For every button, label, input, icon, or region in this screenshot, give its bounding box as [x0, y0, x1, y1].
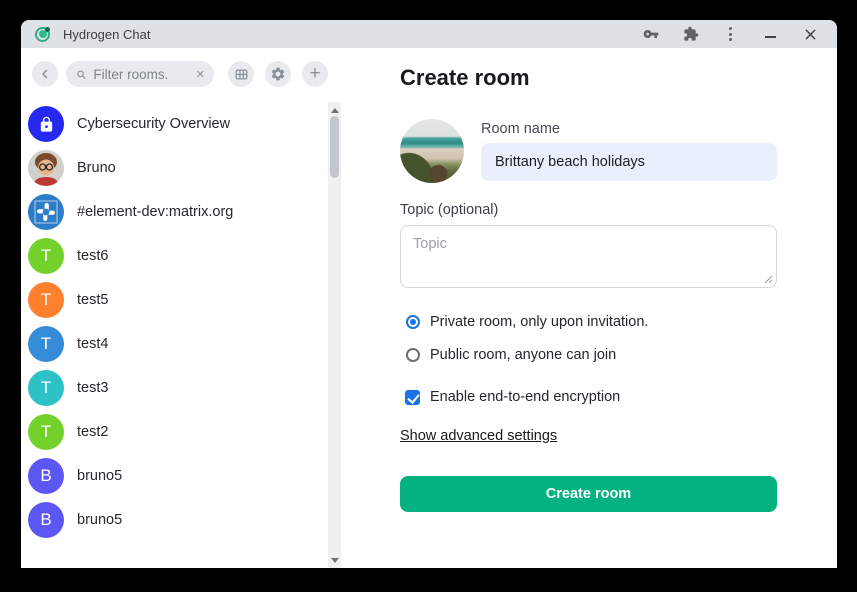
room-avatar-picker[interactable] — [400, 119, 464, 183]
lock-avatar — [28, 106, 64, 142]
titlebar: Hydrogen Chat — [21, 20, 837, 48]
create-room-panel: Create room Room name Topic (optional) P… — [343, 48, 837, 568]
grid-icon[interactable] — [228, 61, 254, 87]
radio-private[interactable] — [406, 315, 420, 329]
plus-icon[interactable]: + — [302, 61, 328, 87]
page-title: Create room — [400, 63, 777, 93]
radio-public[interactable] — [406, 348, 420, 362]
key-icon[interactable] — [642, 26, 659, 43]
room-list-item-cybersecurity[interactable]: Cybersecurity Overview — [21, 102, 343, 146]
filter-rooms-box: ✕ — [66, 61, 214, 87]
window-title: Hydrogen Chat — [63, 27, 150, 42]
kebab-menu-icon[interactable] — [722, 26, 739, 43]
room-list-item-test2[interactable]: T test2 — [21, 410, 343, 454]
private-room-option[interactable]: Private room, only upon invitation. — [400, 314, 777, 330]
room-name: bruno5 — [77, 468, 122, 484]
room-name: test4 — [77, 336, 108, 352]
filter-rooms-input[interactable] — [93, 67, 195, 82]
close-button[interactable] — [802, 26, 819, 43]
room-name: bruno5 — [77, 512, 122, 528]
encryption-checkbox[interactable] — [405, 390, 420, 405]
room-name: test2 — [77, 424, 108, 440]
room-name: Bruno — [77, 160, 116, 176]
app-logo-icon — [35, 27, 50, 42]
initial-avatar: T — [28, 238, 64, 274]
back-button[interactable] — [32, 61, 58, 87]
initial-avatar: T — [28, 326, 64, 362]
room-list-item-bruno[interactable]: Bruno — [21, 146, 343, 190]
initial-avatar: T — [28, 414, 64, 450]
public-room-option[interactable]: Public room, anyone can join — [400, 347, 777, 363]
room-name: #element-dev:matrix.org — [77, 204, 233, 220]
room-name-label: Room name — [481, 121, 777, 137]
initial-avatar: B — [28, 502, 64, 538]
create-room-button[interactable]: Create room — [400, 476, 777, 512]
room-list-item-test3[interactable]: T test3 — [21, 366, 343, 410]
gear-icon[interactable] — [265, 61, 291, 87]
show-advanced-settings-link[interactable]: Show advanced settings — [400, 428, 557, 444]
search-icon — [76, 68, 86, 81]
room-name-input[interactable] — [481, 143, 777, 181]
room-name: test5 — [77, 292, 108, 308]
room-list-item-test6[interactable]: T test6 — [21, 234, 343, 278]
room-list-item-test5[interactable]: T test5 — [21, 278, 343, 322]
topic-label: Topic (optional) — [400, 202, 777, 218]
room-name: test6 — [77, 248, 108, 264]
scrollbar-thumb[interactable] — [330, 116, 339, 178]
scroll-up-arrow-icon[interactable] — [328, 104, 341, 116]
initial-avatar: T — [28, 370, 64, 406]
room-sidebar: ✕ + Cybersecur — [21, 48, 343, 568]
minimize-button[interactable] — [762, 26, 779, 43]
room-list: Cybersecurity Overview Bruno #element-de… — [21, 102, 343, 540]
room-name: test3 — [77, 380, 108, 396]
topic-textarea[interactable] — [400, 225, 777, 288]
person-photo-avatar — [28, 150, 64, 186]
room-list-item-element-dev[interactable]: #element-dev:matrix.org — [21, 190, 343, 234]
room-list-item-bruno5-b[interactable]: B bruno5 — [21, 498, 343, 540]
initial-avatar: B — [28, 458, 64, 494]
private-room-label: Private room, only upon invitation. — [430, 314, 648, 330]
room-list-item-bruno5-a[interactable]: B bruno5 — [21, 454, 343, 498]
initial-avatar: T — [28, 282, 64, 318]
clear-filter-icon[interactable]: ✕ — [196, 68, 205, 81]
public-room-label: Public room, anyone can join — [430, 347, 616, 363]
encryption-option[interactable]: Enable end-to-end encryption — [400, 389, 777, 405]
room-list-item-test4[interactable]: T test4 — [21, 322, 343, 366]
scroll-down-arrow-icon[interactable] — [328, 554, 341, 566]
encryption-label: Enable end-to-end encryption — [430, 389, 620, 405]
lock-icon — [38, 116, 55, 133]
room-name: Cybersecurity Overview — [77, 116, 230, 132]
extensions-icon[interactable] — [682, 26, 699, 43]
sidebar-scrollbar[interactable] — [328, 102, 341, 568]
app-window: Hydrogen Chat — [21, 20, 837, 568]
element-logo-avatar — [28, 194, 64, 230]
